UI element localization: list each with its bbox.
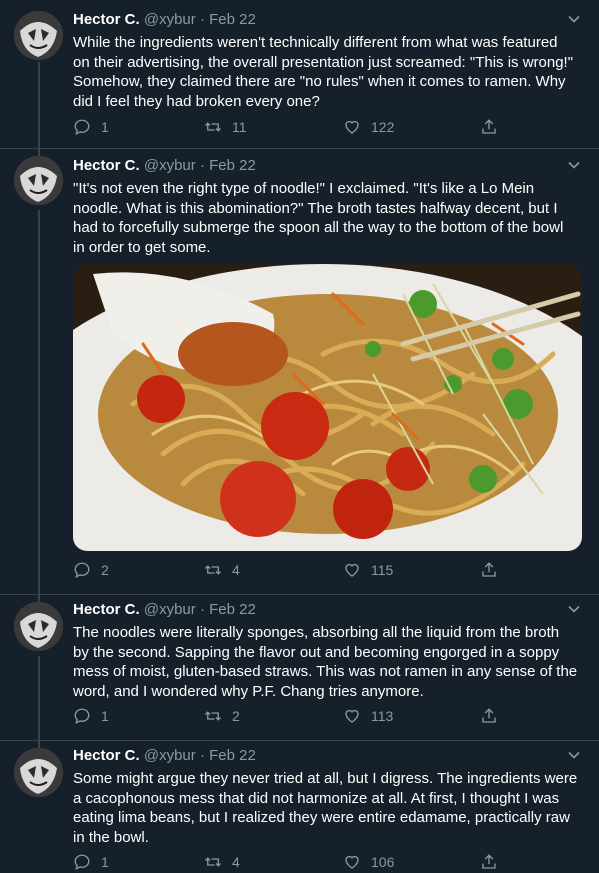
tweet-photo[interactable] — [73, 264, 582, 551]
like-count: 113 — [371, 708, 394, 724]
thread-line — [38, 656, 40, 740]
share-icon — [482, 562, 496, 577]
retweet-icon — [205, 711, 221, 721]
chevron-down-icon[interactable] — [567, 748, 581, 762]
separator: · — [199, 601, 205, 618]
retweet-icon — [205, 122, 221, 132]
retweet-button[interactable]: 11 — [204, 118, 247, 136]
tweet-text: The noodles were literally sponges, abso… — [73, 624, 578, 700]
like-button[interactable]: 113 — [343, 707, 393, 725]
thread-line — [38, 740, 40, 748]
like-icon — [345, 855, 359, 869]
timestamp[interactable]: Feb 22 — [209, 747, 256, 764]
reply-icon — [74, 854, 90, 871]
tweet-header: Hector C. @xybur · Feb 22 — [73, 156, 256, 176]
tweet-text: "It's not even the right type of noodle!… — [73, 180, 564, 256]
ramen-bowl-image — [73, 264, 582, 551]
retweet-button[interactable]: 4 — [204, 561, 240, 579]
like-count: 122 — [371, 119, 395, 135]
timestamp[interactable]: Feb 22 — [209, 11, 256, 28]
thread-line — [38, 62, 40, 148]
reply-count: 1 — [101, 119, 109, 135]
share-button[interactable] — [480, 118, 508, 136]
reply-button[interactable]: 1 — [73, 118, 109, 136]
retweet-button[interactable]: 2 — [204, 707, 240, 725]
handle[interactable]: @xybur — [144, 11, 196, 28]
retweet-count: 11 — [232, 119, 247, 135]
tweet-actions: 1 4 106 — [73, 853, 503, 873]
reply-icon — [74, 708, 90, 725]
retweet-count: 4 — [232, 562, 240, 578]
share-icon — [482, 119, 496, 134]
like-count: 106 — [371, 854, 395, 870]
like-button[interactable]: 106 — [343, 853, 394, 871]
retweet-count: 2 — [232, 708, 240, 724]
thread-line — [38, 148, 40, 156]
timestamp[interactable]: Feb 22 — [209, 601, 256, 618]
thread-line — [38, 594, 40, 602]
reply-icon — [74, 119, 90, 136]
tweet-text: While the ingredients weren't technicall… — [73, 34, 574, 110]
like-icon — [345, 709, 359, 723]
chevron-down-icon[interactable] — [567, 158, 581, 172]
tweet-header: Hector C. @xybur · Feb 22 — [73, 10, 256, 30]
separator: · — [199, 747, 205, 764]
like-icon — [345, 563, 359, 577]
share-icon — [482, 708, 496, 723]
reply-icon — [74, 562, 90, 579]
retweet-button[interactable]: 4 — [204, 853, 240, 871]
tweet-actions: 2 4 115 — [73, 561, 503, 581]
tweet-text: Some might argue they never tried at all… — [73, 770, 578, 846]
reply-count: 1 — [101, 854, 109, 870]
handle[interactable]: @xybur — [144, 157, 196, 174]
tweet-header: Hector C. @xybur · Feb 22 — [73, 600, 256, 620]
tweet[interactable]: Hector C. @xybur · Feb 22 While the ingr… — [0, 0, 599, 149]
avatar[interactable] — [14, 748, 63, 797]
display-name[interactable]: Hector C. — [73, 157, 140, 174]
like-icon — [345, 120, 359, 134]
chevron-down-icon[interactable] — [567, 12, 581, 26]
chevron-down-icon[interactable] — [567, 602, 581, 616]
timestamp[interactable]: Feb 22 — [209, 157, 256, 174]
tweet[interactable]: Hector C. @xybur · Feb 22 The noodles we… — [0, 594, 599, 741]
display-name[interactable]: Hector C. — [73, 11, 140, 28]
handle[interactable]: @xybur — [144, 747, 196, 764]
like-count: 115 — [371, 562, 394, 578]
reply-button[interactable]: 1 — [73, 707, 109, 725]
tweet-header: Hector C. @xybur · Feb 22 — [73, 746, 256, 766]
avatar[interactable] — [14, 11, 63, 60]
share-icon — [482, 854, 496, 869]
share-button[interactable] — [480, 707, 508, 725]
tweet-actions: 1 11 122 — [73, 118, 503, 138]
tweet-actions: 1 2 113 — [73, 707, 503, 727]
share-button[interactable] — [480, 561, 508, 579]
display-name[interactable]: Hector C. — [73, 747, 140, 764]
retweet-count: 4 — [232, 854, 240, 870]
separator: · — [199, 11, 205, 28]
reply-count: 1 — [101, 708, 109, 724]
display-name[interactable]: Hector C. — [73, 601, 140, 618]
thread-line — [38, 210, 40, 594]
reply-button[interactable]: 1 — [73, 853, 109, 871]
tweet[interactable]: Hector C. @xybur · Feb 22 Some might arg… — [0, 740, 599, 871]
avatar[interactable] — [14, 602, 63, 651]
like-button[interactable]: 115 — [343, 561, 393, 579]
reply-button[interactable]: 2 — [73, 561, 109, 579]
separator: · — [199, 157, 205, 174]
handle[interactable]: @xybur — [144, 601, 196, 618]
retweet-icon — [205, 857, 221, 867]
like-button[interactable]: 122 — [343, 118, 394, 136]
retweet-icon — [205, 565, 221, 575]
share-button[interactable] — [480, 853, 508, 871]
reply-count: 2 — [101, 562, 109, 578]
avatar[interactable] — [14, 156, 63, 205]
